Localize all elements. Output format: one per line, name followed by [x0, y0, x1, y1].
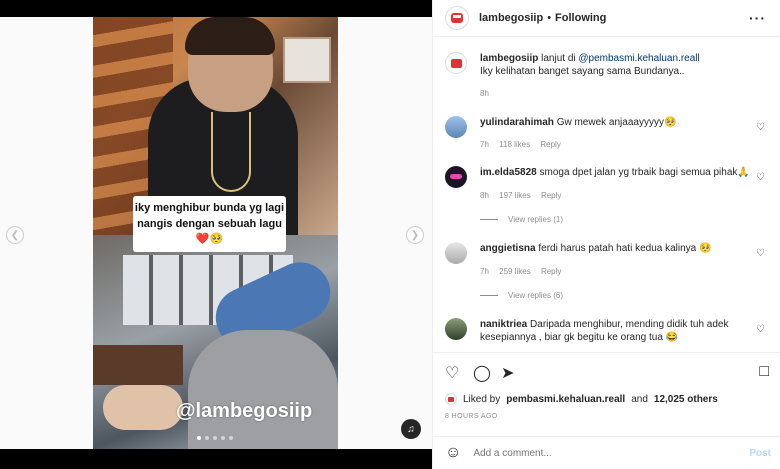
liked-by-user[interactable]: pembasmi.kehaluan.reall: [506, 394, 625, 405]
comment-likes[interactable]: 197 likes: [499, 191, 531, 200]
avatar[interactable]: [445, 116, 467, 138]
video-caption-emoji: ❤️🥺: [195, 233, 224, 245]
avatar[interactable]: [445, 6, 469, 30]
heart-icon[interactable]: ♡: [756, 324, 765, 335]
view-replies-button[interactable]: View replies (6): [480, 291, 563, 300]
view-replies-line: [480, 219, 498, 220]
media-top-border: [0, 0, 432, 17]
liked-by-prefix: Liked by: [463, 393, 501, 405]
comment-row: yulindarahimah Gw mewek anjaaayyyyy🥺 7h …: [445, 116, 775, 156]
comment-body: ferdi harus patah hati kedua kalinya 🥺: [538, 243, 712, 254]
avatar[interactable]: [445, 52, 467, 74]
carousel-dot-active: [197, 436, 201, 440]
heart-icon[interactable]: ♡: [756, 122, 765, 133]
next-arrow-icon[interactable]: ❯: [406, 226, 424, 244]
comment-text: naniktriea Daripada menghibur, mending d…: [480, 318, 750, 344]
post-timestamp: 8 HOURS AGO: [445, 413, 498, 420]
post-button[interactable]: Post: [749, 448, 771, 459]
necklace: [211, 112, 251, 192]
post-side-panel: lambegosiip • Following ··· lambegosiip …: [432, 0, 780, 469]
caption-row: lambegosiip lanjut di @pembasmi.kehaluan…: [445, 52, 775, 102]
comment-body: Gw mewek anjaaayyyyy🥺: [556, 117, 677, 128]
person-gray-hair: [188, 330, 338, 449]
heart-icon[interactable]: ♡: [756, 172, 765, 183]
reply-button[interactable]: Reply: [540, 140, 560, 149]
action-bar: ♡ ◯ ➤ □: [433, 352, 780, 392]
following-button[interactable]: Following: [555, 12, 606, 24]
caption-line2: Iky kelihatan banget sayang sama Bundany…: [480, 66, 685, 77]
comment-age: 8h: [480, 191, 489, 200]
speaker-icon[interactable]: ♫: [401, 419, 421, 439]
carousel-dot: [221, 436, 225, 440]
more-dots-icon[interactable]: ···: [749, 10, 766, 26]
separator-dot: •: [547, 12, 552, 24]
comment-username[interactable]: yulindarahimah: [480, 117, 554, 128]
comment-likes[interactable]: 259 likes: [499, 267, 531, 276]
caption-prefix: lanjut di: [541, 53, 576, 64]
comment-text: anggietisna ferdi harus patah hati kedua…: [480, 242, 750, 255]
comment-row: naniktriea Daripada menghibur, mending d…: [445, 318, 775, 352]
caption-meta: 8h: [480, 89, 497, 98]
avatar[interactable]: [445, 318, 467, 340]
person-hair: [185, 17, 275, 55]
view-replies-label[interactable]: View replies (6): [508, 291, 563, 300]
comments-list[interactable]: lambegosiip lanjut di @pembasmi.kehaluan…: [433, 44, 780, 352]
comment-body: smoga dpet jalan yg trbaik bagi semua pi…: [539, 167, 750, 178]
reply-button[interactable]: Reply: [541, 191, 561, 200]
add-comment-bar: ☺ Post: [433, 436, 780, 469]
avatar[interactable]: [445, 242, 467, 264]
comment-meta: 7h 259 likes Reply: [480, 267, 569, 276]
caption-username[interactable]: lambegosiip: [480, 53, 538, 64]
emoji-icon[interactable]: ☺: [445, 444, 461, 462]
video-caption-line2: nangis dengan sebuah lagu: [137, 218, 282, 230]
comment-text: im.elda5828 smoga dpet jalan yg trbaik b…: [480, 166, 750, 179]
wall-frame: [283, 37, 331, 83]
heart-icon[interactable]: ♡: [445, 363, 459, 383]
comment-age: 7h: [480, 140, 489, 149]
avatar[interactable]: [445, 166, 467, 188]
video-caption-line1: iky menghibur bunda yg lagi: [134, 202, 285, 214]
comment-username[interactable]: naniktriea: [480, 319, 527, 330]
view-replies-line: [480, 295, 498, 296]
caption-text: lambegosiip lanjut di @pembasmi.kehaluan…: [480, 52, 750, 78]
liked-by-and: and: [631, 393, 648, 405]
comment-input[interactable]: [473, 447, 724, 459]
caption-age: 8h: [480, 89, 489, 98]
carousel-dot: [213, 436, 217, 440]
comment-icon[interactable]: ◯: [473, 363, 491, 383]
comment-likes[interactable]: 118 likes: [499, 140, 530, 149]
post-media: @lambegosiip iky menghibur bunda yg lagi…: [0, 0, 432, 469]
carousel-dots: [197, 436, 233, 440]
bookmark-icon[interactable]: □: [759, 363, 769, 381]
carousel-dot: [229, 436, 233, 440]
bottom-shelf: [93, 345, 183, 385]
comment-username[interactable]: anggietisna: [480, 243, 536, 254]
avatar[interactable]: [445, 393, 457, 405]
comment-meta: 8h 197 likes Reply: [480, 191, 569, 200]
post-header: lambegosiip • Following ···: [433, 0, 780, 37]
carousel-dot: [205, 436, 209, 440]
heart-icon[interactable]: ♡: [756, 248, 765, 259]
header-username[interactable]: lambegosiip: [479, 12, 543, 24]
comment-row: im.elda5828 smoga dpet jalan yg trbaik b…: [445, 166, 775, 228]
comment-username[interactable]: im.elda5828: [480, 167, 537, 178]
reply-button[interactable]: Reply: [541, 267, 561, 276]
view-replies-label[interactable]: View replies (1): [508, 215, 563, 224]
caption-mention[interactable]: @pembasmi.kehaluan.reall: [578, 53, 699, 64]
send-icon[interactable]: ➤: [501, 363, 514, 383]
comment-age: 7h: [480, 267, 489, 276]
comment-row: anggietisna ferdi harus patah hati kedua…: [445, 242, 775, 304]
liked-by-others[interactable]: 12,025 others: [654, 394, 718, 405]
comment-meta: 7h 118 likes Reply: [480, 140, 569, 149]
media-bottom-border: [0, 449, 432, 469]
view-replies-button[interactable]: View replies (1): [480, 215, 563, 224]
person-hand: [103, 385, 183, 430]
watermark-handle: @lambegosiip: [176, 400, 313, 422]
comment-text: yulindarahimah Gw mewek anjaaayyyyy🥺: [480, 116, 750, 129]
prev-arrow-icon[interactable]: ❮: [6, 226, 24, 244]
likes-summary: Liked by pembasmi.kehaluan.reall and 12,…: [445, 393, 718, 405]
video-caption-box: iky menghibur bunda yg lagi nangis denga…: [133, 196, 286, 252]
